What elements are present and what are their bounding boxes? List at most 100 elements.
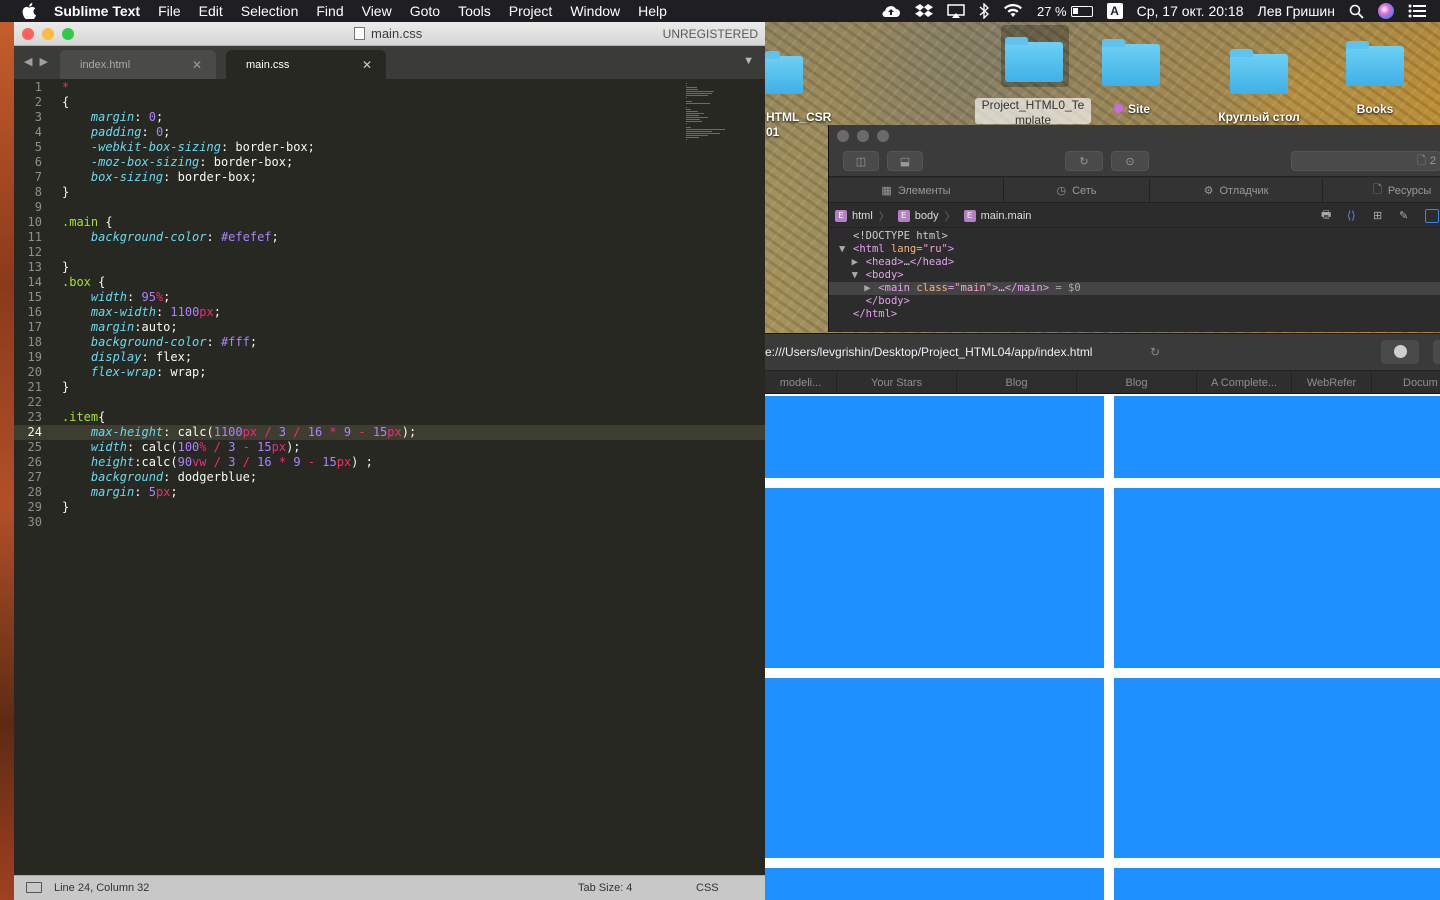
code-line[interactable]: 10 .main {	[14, 215, 765, 230]
dom-node[interactable]: </html>	[829, 308, 1440, 321]
siri-icon[interactable]	[1378, 3, 1394, 19]
airplay-icon[interactable]	[947, 4, 965, 18]
dom-node[interactable]: ▼ <html lang="ru">	[829, 243, 1440, 256]
apple-icon[interactable]	[20, 3, 38, 19]
code-line[interactable]: 2{	[14, 95, 765, 110]
sidebar-toggle-icon[interactable]	[1425, 209, 1439, 223]
minimize-button[interactable]	[42, 28, 54, 40]
code-line[interactable]: 13}	[14, 260, 765, 275]
code-line[interactable]: 19 display: flex;	[14, 350, 765, 365]
disclosure-triangle-icon[interactable]: ▶	[852, 256, 866, 269]
favorite-item[interactable]: modeli...	[765, 371, 837, 395]
code-line[interactable]: 27 background: dodgerblue;	[14, 470, 765, 485]
code-line[interactable]: 16 max-width: 1100px;	[14, 305, 765, 320]
download-icon[interactable]: ⊙	[1111, 151, 1149, 171]
code-line[interactable]: 30	[14, 515, 765, 530]
inspector-close-button[interactable]	[837, 130, 849, 142]
code-line[interactable]: 5 -webkit-box-sizing: border-box;	[14, 140, 765, 155]
url-field[interactable]: e:///Users/levgrishin/Desktop/Project_HT…	[765, 334, 1170, 371]
menu-window[interactable]: Window	[570, 3, 620, 19]
dom-node[interactable]: </body>	[829, 295, 1440, 308]
disclosure-triangle-icon[interactable]: ▶	[864, 282, 878, 295]
dock-side-icon[interactable]: ◫	[843, 151, 879, 171]
code-line[interactable]: 4 padding: 0;	[14, 125, 765, 140]
code-line[interactable]: 25 width: calc(100% / 3 - 15px);	[14, 440, 765, 455]
menu-project[interactable]: Project	[509, 3, 553, 19]
code-line[interactable]: 3 margin: 0;	[14, 110, 765, 125]
brush-icon[interactable]: ✎	[1399, 209, 1408, 222]
menu-tools[interactable]: Tools	[458, 3, 491, 19]
zoom-button[interactable]	[62, 28, 74, 40]
favorite-item[interactable]: WebRefer	[1292, 371, 1372, 395]
favorite-item[interactable]: Docum	[1372, 371, 1440, 395]
input-source-badge[interactable]: A	[1106, 3, 1123, 19]
menu-file[interactable]: File	[158, 3, 181, 19]
print-icon[interactable]: 🖶	[1321, 206, 1331, 225]
search-icon[interactable]	[1349, 4, 1364, 19]
tab-index-html[interactable]: index.html ✕	[60, 50, 216, 79]
reload-icon[interactable]: ↻	[1065, 151, 1103, 171]
sidebar-button[interactable]	[1433, 340, 1440, 364]
code-line[interactable]: 6 -moz-box-sizing: border-box;	[14, 155, 765, 170]
menu-selection[interactable]: Selection	[241, 3, 299, 19]
code-line[interactable]: 26 height:calc(90vw / 3 / 16 * 9 - 15px)…	[14, 455, 765, 470]
app-name-menu[interactable]: Sublime Text	[54, 3, 140, 19]
code-line[interactable]: 28 margin: 5px;	[14, 485, 765, 500]
code-line[interactable]: 21}	[14, 380, 765, 395]
cloud-upload-icon[interactable]	[881, 4, 901, 18]
favorite-item[interactable]: A Complete...	[1197, 371, 1292, 395]
user-name[interactable]: Лев Гришин	[1258, 3, 1336, 19]
code-line[interactable]: 24 max-height: calc(1100px / 3 / 16 * 9 …	[14, 425, 765, 440]
menu-view[interactable]: View	[362, 3, 392, 19]
code-line[interactable]: 9	[14, 200, 765, 215]
close-tab-icon[interactable]: ✕	[362, 58, 372, 72]
dock-bottom-icon[interactable]: ⬓	[887, 151, 923, 171]
dom-node[interactable]: ▶ <main class="main">…</main> = $0	[829, 282, 1440, 295]
favorite-item[interactable]: Your Stars	[837, 371, 957, 395]
grid-icon[interactable]: ⊞	[1373, 209, 1382, 222]
crumb-body[interactable]: Ebody 〉	[897, 208, 956, 224]
braces-icon[interactable]: ⟨⟩	[1347, 209, 1356, 222]
code-line[interactable]: 22	[14, 395, 765, 410]
code-line[interactable]: 7 box-sizing: border-box;	[14, 170, 765, 185]
code-line[interactable]: 14 .box {	[14, 275, 765, 290]
notification-center-icon[interactable]	[1408, 4, 1426, 18]
favorite-item[interactable]: Blog	[1077, 371, 1197, 395]
minimap[interactable]	[684, 79, 744, 159]
menu-help[interactable]: Help	[638, 3, 667, 19]
wifi-icon[interactable]	[1003, 4, 1023, 18]
close-tab-icon[interactable]: ✕	[192, 58, 202, 72]
tab-nav-arrows[interactable]: ◀ ▶	[24, 55, 50, 68]
tab-main-css[interactable]: main.css ✕	[226, 50, 386, 79]
issues-badge[interactable]: 🗋 2	[1291, 151, 1440, 171]
code-line[interactable]: 1 *	[14, 80, 765, 95]
reload-icon[interactable]: ↻	[1150, 345, 1160, 359]
inspector-minimize-button[interactable]	[857, 130, 869, 142]
dom-node[interactable]: <!DOCTYPE html>	[829, 230, 1440, 243]
dom-node[interactable]: ▼ <body>	[829, 269, 1440, 282]
code-line[interactable]: 11 background-color: #efefef;	[14, 230, 765, 245]
code-line[interactable]: 29}	[14, 500, 765, 515]
menu-goto[interactable]: Goto	[410, 3, 440, 19]
crumb-html[interactable]: Ehtml 〉	[835, 208, 890, 224]
code-editor[interactable]: 1 * 2{3 margin: 0; 4 padding: 0; 5 -webkit-b…	[14, 79, 765, 875]
disclosure-triangle-icon[interactable]: ▼	[852, 269, 866, 282]
crumb-main[interactable]: Emain.main	[963, 209, 1031, 222]
menu-edit[interactable]: Edit	[199, 3, 223, 19]
tab-dropdown-icon[interactable]: ▼	[743, 55, 754, 67]
code-line[interactable]: 8}	[14, 185, 765, 200]
bluetooth-icon[interactable]	[979, 3, 989, 19]
code-line[interactable]: 20 flex-wrap: wrap;	[14, 365, 765, 380]
code-line[interactable]: 15 width: 95%;	[14, 290, 765, 305]
tab-size[interactable]: Tab Size: 4	[578, 882, 632, 894]
tab-debugger[interactable]: ⚙ Отладчик	[1150, 178, 1323, 203]
inspector-zoom-button[interactable]	[877, 130, 889, 142]
dom-node[interactable]: ▶ <head>…</head>	[829, 256, 1440, 269]
code-line[interactable]: 17 margin:auto;	[14, 320, 765, 335]
dom-tree[interactable]: <!DOCTYPE html> ▼ <html lang="ru"> ▶ <head>…	[829, 229, 1440, 332]
tab-elements[interactable]: ▦ Элементы	[829, 178, 1004, 203]
code-line[interactable]: 12	[14, 245, 765, 260]
syntax-mode[interactable]: CSS	[696, 882, 719, 894]
tab-resources[interactable]: 🗋 Ресурсы	[1323, 178, 1440, 203]
menu-find[interactable]: Find	[316, 3, 343, 19]
